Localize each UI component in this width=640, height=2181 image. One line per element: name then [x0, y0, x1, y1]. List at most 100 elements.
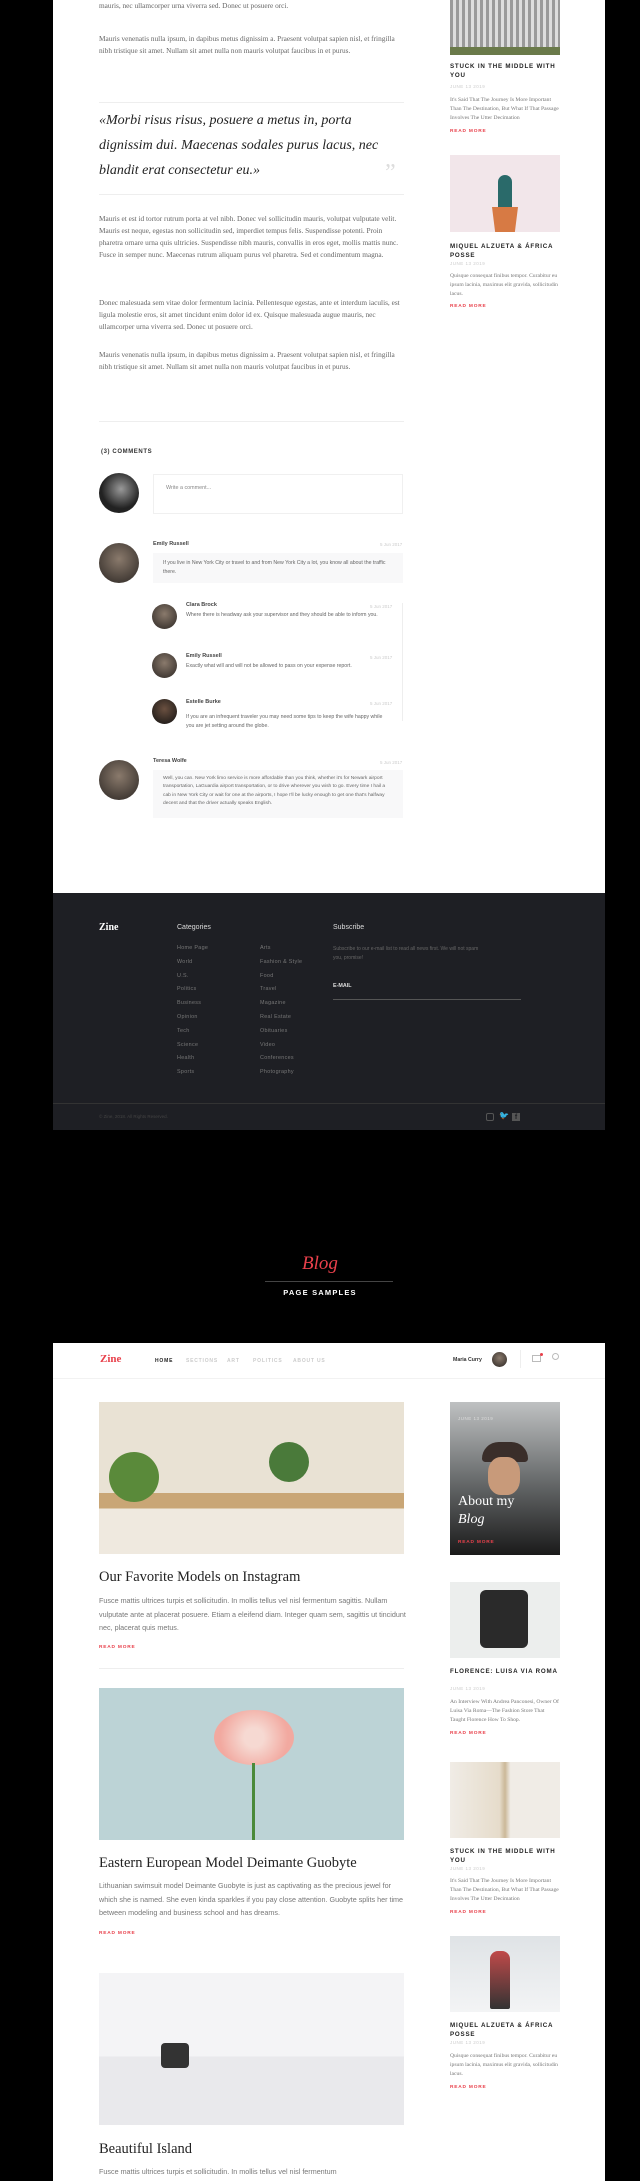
footer-logo[interactable]: Zine — [99, 922, 118, 933]
read-more-link[interactable]: READ MORE — [99, 1645, 136, 1650]
comment-date: 5 Jun 2017 — [370, 604, 393, 609]
footer-category-link[interactable]: Magazine — [260, 1000, 286, 1006]
comment-author[interactable]: Emily Russell — [153, 541, 189, 547]
user-avatar[interactable] — [492, 1352, 507, 1367]
user-name[interactable]: Maria Curry — [453, 1357, 482, 1363]
footer-category-link[interactable]: Business — [177, 1000, 201, 1006]
comment-date: 5 Jun 2017 — [370, 701, 393, 706]
comment-text: Exactly what will and will not be allowe… — [186, 663, 352, 669]
nav-politics[interactable]: POLITICS — [253, 1358, 282, 1364]
post-image[interactable] — [450, 0, 560, 55]
sidebar-post-title[interactable]: MIQUEL ALZUETA & ÁFRICA POSSE — [450, 2021, 560, 2039]
nav-art[interactable]: ART — [227, 1358, 240, 1364]
email-label: E-MAIL — [333, 983, 352, 989]
header-divider — [53, 1378, 605, 1379]
section-title: Blog — [302, 1253, 338, 1274]
footer-category-link[interactable]: Conferences — [260, 1055, 294, 1061]
post-date: JUNE 13 2019 — [450, 1866, 486, 1871]
categories-title: Categories — [177, 924, 211, 931]
comment-text: Well, you can. New York limo service is … — [153, 770, 403, 818]
read-more-link[interactable]: READ MORE — [450, 1731, 487, 1736]
divider — [265, 1281, 393, 1282]
post-image[interactable] — [450, 1762, 560, 1838]
post-date: JUNE 13 2019 — [450, 84, 486, 89]
paragraph: Donec malesuada sem vitae dolor fermentu… — [99, 298, 400, 331]
footer-category-link[interactable]: Tech — [177, 1028, 190, 1034]
footer-category-link[interactable]: Real Estate — [260, 1014, 291, 1020]
blog-logo[interactable]: Zine — [100, 1353, 121, 1365]
footer-category-link[interactable]: Obituaries — [260, 1028, 288, 1034]
footer-category-link[interactable]: Travel — [260, 986, 277, 992]
comment-date: 5 Jun 2017 — [380, 542, 403, 547]
post-title[interactable]: Our Favorite Models on Instagram — [99, 1569, 300, 1586]
footer-category-link[interactable]: Fashion & Style — [260, 959, 302, 965]
twitter-icon[interactable]: 🐦 — [499, 1111, 509, 1120]
comment-author[interactable]: Clara Brock — [186, 602, 217, 608]
mail-icon[interactable] — [532, 1353, 543, 1362]
footer-category-link[interactable]: Video — [260, 1042, 275, 1048]
read-more-link[interactable]: READ MORE — [450, 304, 487, 309]
sidebar-post-title[interactable]: MIQUEL ALZUETA & ÁFRICA POSSE — [450, 242, 560, 260]
post-excerpt: Fusce mattis ultrices turpis et sollicit… — [99, 1596, 406, 1632]
sidebar-post-title[interactable]: FLORENCE: LUISA VIA ROMA — [450, 1667, 560, 1676]
avatar — [99, 543, 139, 583]
post-image[interactable] — [450, 1582, 560, 1658]
comment-text: If you are an infrequent traveler you ma… — [186, 714, 383, 729]
footer — [53, 893, 605, 1130]
divider — [99, 102, 404, 103]
read-more-link[interactable]: READ MORE — [99, 1931, 136, 1936]
post-title[interactable]: Eastern European Model Deimante Guobyte — [99, 1855, 357, 1872]
about-card[interactable]: JUNE 13 2019 About my Blog READ MORE — [450, 1402, 560, 1555]
footer-category-link[interactable]: Arts — [260, 945, 271, 951]
footer-category-link[interactable]: Photography — [260, 1069, 294, 1075]
footer-category-link[interactable]: Science — [177, 1042, 198, 1048]
email-input[interactable] — [333, 993, 521, 1000]
about-title: About my — [458, 1494, 515, 1509]
nav-sections[interactable]: SECTIONS — [186, 1358, 218, 1364]
comment-author[interactable]: Teresa Wolfe — [153, 758, 187, 764]
post-image[interactable] — [450, 155, 560, 232]
footer-category-link[interactable]: Home Page — [177, 945, 208, 951]
instagram-icon[interactable] — [486, 1113, 494, 1121]
post-image[interactable] — [99, 1402, 404, 1554]
subscribe-text: Subscribe to our e-mail list to read all… — [333, 946, 479, 961]
post-excerpt: It's Said That The Journey Is More Impor… — [450, 97, 559, 121]
footer-category-link[interactable]: Sports — [177, 1069, 194, 1075]
footer-category-link[interactable]: Food — [260, 973, 274, 979]
footer-category-link[interactable]: U.S. — [177, 973, 189, 979]
about-date: JUNE 13 2019 — [458, 1416, 494, 1421]
search-icon[interactable] — [552, 1353, 559, 1360]
facebook-icon[interactable]: f — [512, 1113, 520, 1121]
footer-category-link[interactable]: World — [177, 959, 192, 965]
footer-category-link[interactable]: Politics — [177, 986, 196, 992]
footer-category-link[interactable]: Opinion — [177, 1014, 198, 1020]
nav-about-us[interactable]: ABOUT US — [293, 1358, 326, 1364]
read-more-link[interactable]: READ MORE — [450, 129, 487, 134]
nav-home[interactable]: HOME — [155, 1358, 173, 1364]
comment-text: Where there is headway ask your supervis… — [186, 612, 378, 618]
comment-input[interactable]: Write a comment... — [153, 474, 403, 514]
post-excerpt: Quisque consequat finibus tempor. Curabi… — [450, 273, 558, 297]
read-more-link[interactable]: READ MORE — [458, 1540, 495, 1545]
post-excerpt: Fusce mattis ultrices turpis et sollicit… — [99, 2167, 337, 2176]
post-image[interactable] — [450, 1936, 560, 2012]
about-title-italic: Blog — [458, 1512, 485, 1527]
post-date: JUNE 13 2019 — [450, 261, 486, 266]
comment-author[interactable]: Emily Russell — [186, 653, 222, 659]
avatar — [99, 760, 139, 800]
post-image[interactable] — [99, 1973, 404, 2125]
paragraph: Mauris venenatis nulla ipsum, in dapibus… — [99, 34, 395, 55]
comment-author[interactable]: Estelle Burke — [186, 699, 221, 705]
quote-icon: ” — [385, 160, 396, 186]
paragraph: Mauris venenatis nulla ipsum, in dapibus… — [99, 350, 395, 371]
sidebar-post-title[interactable]: STUCK IN THE MIDDLE WITH YOU — [450, 62, 560, 80]
comment-text: If you live in New York City or travel t… — [153, 553, 403, 583]
post-title[interactable]: Beautiful Island — [99, 2141, 192, 2158]
footer-category-link[interactable]: Health — [177, 1055, 194, 1061]
avatar — [152, 653, 177, 678]
read-more-link[interactable]: READ MORE — [450, 1910, 487, 1915]
post-image[interactable] — [99, 1688, 404, 1840]
sidebar-post-title[interactable]: STUCK IN THE MIDDLE WITH YOU — [450, 1847, 560, 1865]
divider — [520, 1350, 521, 1368]
read-more-link[interactable]: READ MORE — [450, 2085, 487, 2090]
